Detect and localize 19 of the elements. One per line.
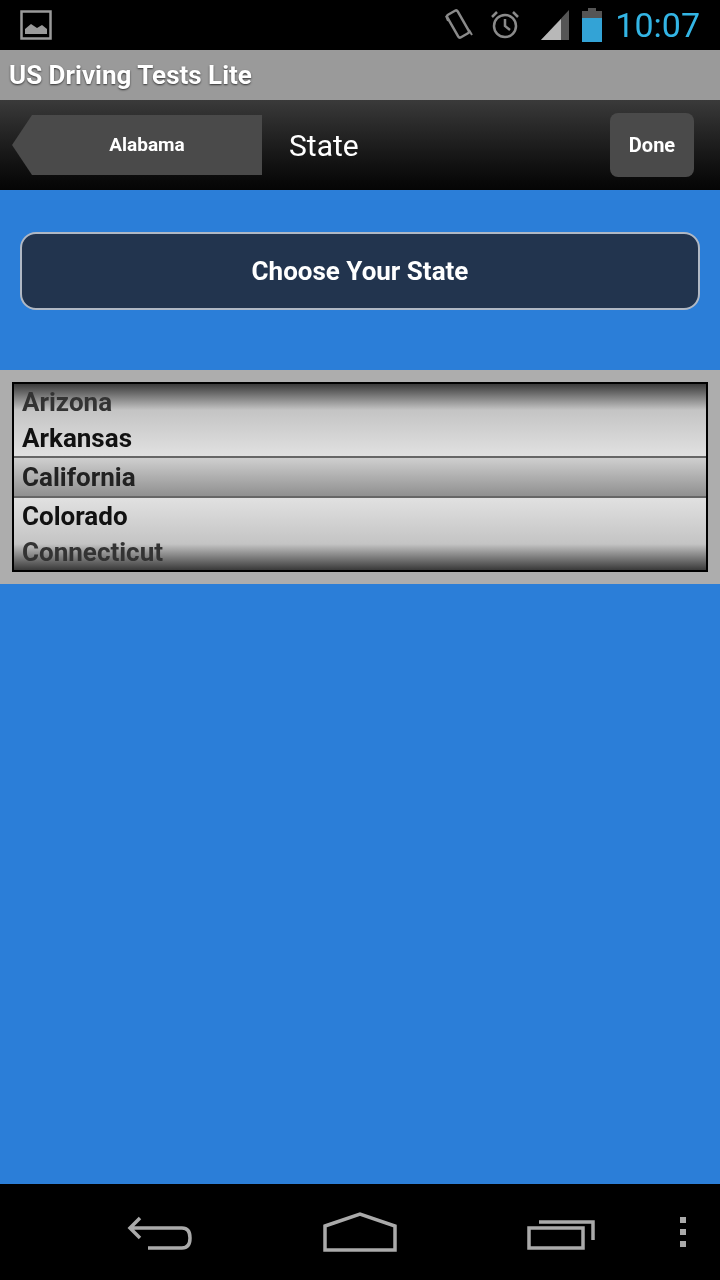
- done-button[interactable]: Done: [610, 113, 694, 177]
- back-button[interactable]: Alabama: [12, 115, 262, 175]
- vibrate-icon: [443, 8, 476, 42]
- home-icon[interactable]: [323, 1212, 397, 1252]
- picker-option[interactable]: Arizona: [22, 384, 698, 420]
- screen-title: State: [289, 126, 359, 165]
- clock-time: 10:07: [615, 3, 700, 47]
- picker-option[interactable]: California: [14, 456, 706, 498]
- choose-state-button[interactable]: Choose Your State: [20, 232, 700, 310]
- picker-option[interactable]: Colorado: [22, 498, 698, 534]
- image-icon: [20, 10, 52, 40]
- signal-icon: [541, 10, 570, 40]
- overflow-menu-icon[interactable]: [679, 1217, 687, 1247]
- back-icon[interactable]: [126, 1214, 194, 1250]
- app-title: US Driving Tests Lite: [9, 58, 252, 92]
- state-picker[interactable]: Arizona Arkansas California Colorado Connecticut: [12, 382, 708, 572]
- battery-icon: [581, 8, 604, 42]
- picker-option[interactable]: Arkansas: [22, 420, 698, 456]
- picker-option[interactable]: Connecticut: [22, 534, 698, 570]
